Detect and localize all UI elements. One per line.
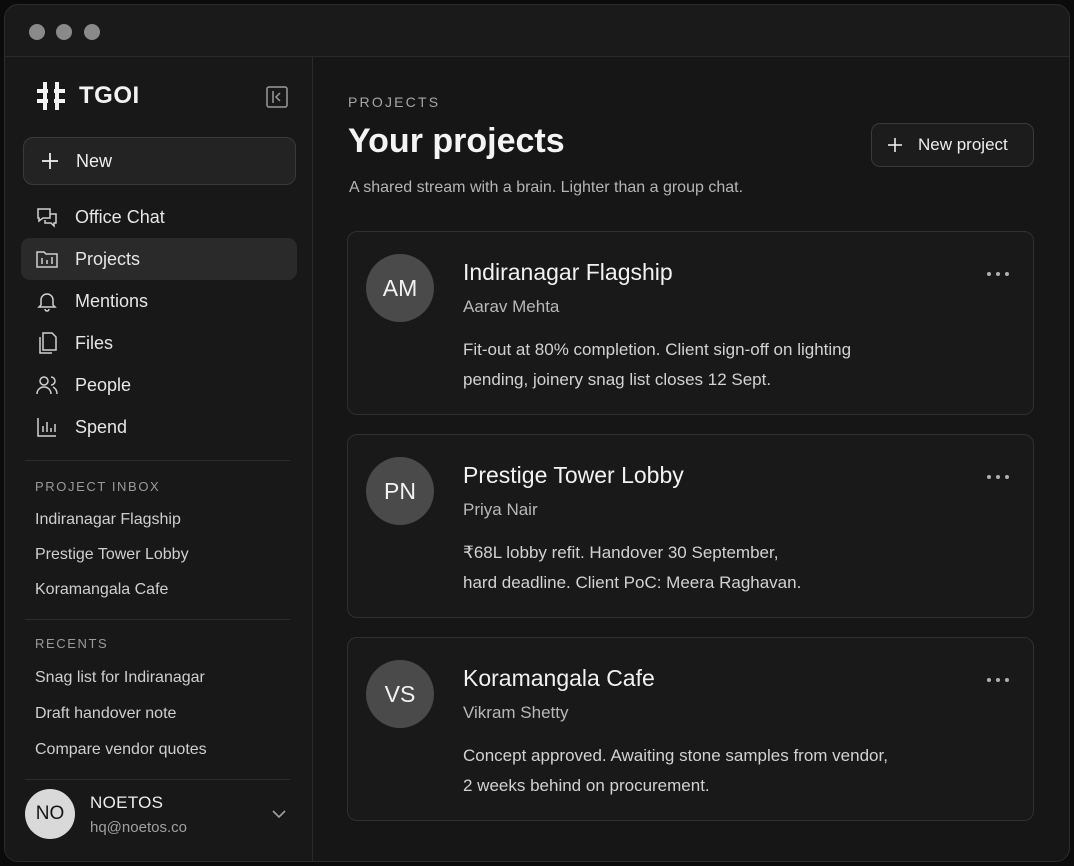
project-inbox-title: PROJECT INBOX bbox=[35, 479, 161, 494]
chevron-down-icon[interactable] bbox=[267, 802, 291, 826]
project-description: ₹68L lobby refit. Handover 30 September,… bbox=[463, 538, 943, 598]
page-eyebrow: PROJECTS bbox=[348, 94, 441, 110]
project-description-line: ₹68L lobby refit. Handover 30 September, bbox=[463, 543, 779, 562]
title-bar bbox=[5, 5, 1069, 57]
bar-chart-icon bbox=[37, 418, 56, 437]
project-card[interactable]: AM Indiranagar Flagship Aarav Mehta Fit-… bbox=[347, 231, 1034, 415]
project-description-line: Concept approved. Awaiting stone samples… bbox=[463, 746, 888, 765]
nav-label: Files bbox=[75, 332, 114, 353]
project-card[interactable]: PN Prestige Tower Lobby Priya Nair ₹68L … bbox=[347, 434, 1034, 618]
project-description-line: hard deadline. Client PoC: Meera Raghava… bbox=[463, 573, 802, 592]
chat-bubbles-icon bbox=[37, 208, 57, 228]
inbox-item[interactable]: Koramangala Cafe bbox=[35, 581, 189, 616]
files-icon bbox=[39, 332, 57, 354]
project-list: AM Indiranagar Flagship Aarav Mehta Fit-… bbox=[347, 231, 1034, 840]
project-avatar: VS bbox=[366, 660, 434, 728]
more-options-icon[interactable] bbox=[984, 670, 1012, 690]
minimize-window-button[interactable] bbox=[56, 24, 72, 40]
project-title[interactable]: Koramangala Cafe bbox=[463, 665, 655, 692]
sidebar-nav: Office Chat Projects Mentions Files Peop… bbox=[21, 196, 297, 448]
collapse-sidebar-icon[interactable] bbox=[265, 85, 289, 109]
project-description-line: 2 weeks behind on procurement. bbox=[463, 776, 710, 795]
project-description: Concept approved. Awaiting stone samples… bbox=[463, 741, 943, 801]
people-icon bbox=[36, 376, 58, 395]
nav-item-spend[interactable]: Spend bbox=[21, 406, 297, 448]
project-description: Fit-out at 80% completion. Client sign-o… bbox=[463, 335, 943, 395]
project-avatar: PN bbox=[366, 457, 434, 525]
page-subtitle: A shared stream with a brain. Lighter th… bbox=[349, 179, 744, 196]
divider bbox=[25, 619, 290, 620]
folder-icon bbox=[36, 251, 58, 268]
plus-icon bbox=[888, 138, 902, 152]
project-description-line: pending, joinery snag list closes 12 Sep… bbox=[463, 370, 772, 389]
project-owner: Vikram Shetty bbox=[463, 703, 569, 722]
project-inbox-list: Indiranagar Flagship Prestige Tower Lobb… bbox=[35, 511, 189, 616]
nav-label: Office Chat bbox=[75, 206, 165, 227]
nav-label: Mentions bbox=[75, 290, 149, 311]
new-button-label: New bbox=[76, 150, 113, 171]
sidebar: TGOI New Office Chat Projects Mentions F… bbox=[5, 57, 313, 861]
more-options-icon[interactable] bbox=[984, 467, 1012, 487]
new-project-label: New project bbox=[918, 135, 1008, 154]
user-email: hq@noetos.co bbox=[90, 818, 187, 836]
project-avatar: AM bbox=[366, 254, 434, 322]
inbox-item[interactable]: Indiranagar Flagship bbox=[35, 511, 189, 546]
nav-item-office-chat[interactable]: Office Chat bbox=[21, 196, 297, 238]
user-name: NOETOS bbox=[90, 792, 164, 812]
recent-item[interactable]: Draft handover note bbox=[35, 705, 207, 741]
app-window: TGOI New Office Chat Projects Mentions F… bbox=[4, 4, 1070, 862]
inbox-item[interactable]: Prestige Tower Lobby bbox=[35, 546, 189, 581]
user-avatar: NO bbox=[25, 789, 75, 839]
nav-item-projects[interactable]: Projects bbox=[21, 238, 297, 280]
nav-label: Projects bbox=[75, 248, 141, 269]
project-owner: Priya Nair bbox=[463, 500, 538, 519]
user-info: NOETOS hq@noetos.co bbox=[90, 793, 187, 836]
nav-item-mentions[interactable]: Mentions bbox=[21, 280, 297, 322]
bell-icon bbox=[37, 293, 57, 312]
zoom-window-button[interactable] bbox=[84, 24, 100, 40]
project-card[interactable]: VS Koramangala Cafe Vikram Shetty Concep… bbox=[347, 637, 1034, 821]
main-content: PROJECTS Your projects A shared stream w… bbox=[314, 57, 1069, 861]
nav-item-files[interactable]: Files bbox=[21, 322, 297, 364]
page-title: Your projects bbox=[348, 122, 565, 160]
nav-item-people[interactable]: People bbox=[21, 364, 297, 406]
project-owner: Aarav Mehta bbox=[463, 297, 560, 316]
nav-label: Spend bbox=[75, 416, 128, 437]
user-account[interactable]: NO NOETOS hq@noetos.co bbox=[25, 775, 295, 853]
recents-title: RECENTS bbox=[35, 636, 109, 651]
brand-name: TGOI bbox=[79, 82, 140, 109]
project-description-line: Fit-out at 80% completion. Client sign-o… bbox=[463, 340, 852, 359]
brand: TGOI bbox=[35, 81, 140, 111]
recent-item[interactable]: Snag list for Indiranagar bbox=[35, 669, 207, 705]
project-title[interactable]: Indiranagar Flagship bbox=[463, 259, 673, 286]
nav-label: People bbox=[75, 374, 132, 395]
brand-logo-icon bbox=[37, 82, 65, 110]
recent-item[interactable]: Compare vendor quotes bbox=[35, 741, 207, 777]
project-title[interactable]: Prestige Tower Lobby bbox=[463, 462, 684, 489]
plus-icon bbox=[42, 153, 58, 169]
recents-list: Snag list for Indiranagar Draft handover… bbox=[35, 669, 207, 777]
new-project-button[interactable]: New project bbox=[871, 123, 1034, 167]
new-button[interactable]: New bbox=[23, 137, 296, 185]
divider bbox=[25, 460, 290, 461]
more-options-icon[interactable] bbox=[984, 264, 1012, 284]
close-window-button[interactable] bbox=[29, 24, 45, 40]
